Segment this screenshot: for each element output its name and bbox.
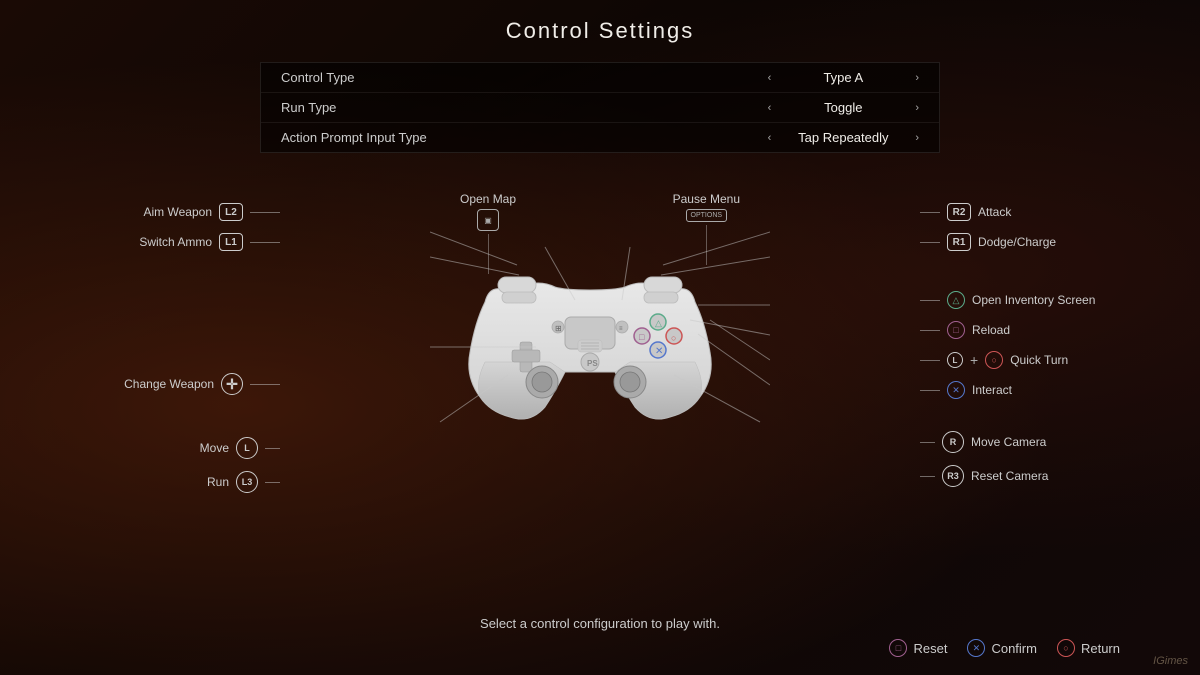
reload-label: Reload [972,323,1010,337]
r1-badge: R1 [947,233,971,251]
open-map-label-group: Open Map ▣ [460,192,516,274]
cross-icon: ✕ [947,381,965,399]
aim-weapon-row: Aim Weapon L2 [80,197,280,227]
pause-menu-label-group: Pause Menu OPTIONS [673,192,740,274]
reset-button[interactable]: □ Reset [889,639,947,657]
interact-label: Interact [972,383,1012,397]
circle-icon: ○ [985,351,1003,369]
attack-row: R2 Attack [920,197,1140,227]
left-controls: Aim Weapon L2 Switch Ammo L1 Change Weap… [80,167,280,487]
right-controls: R2 Attack R1 Dodge/Charge △ Open Invento… [920,167,1140,487]
confirm-cross-icon: ✕ [967,639,985,657]
svg-text:□: □ [639,332,645,342]
l2-badge: L2 [219,203,243,221]
svg-text:△: △ [655,318,662,328]
page-title: Control Settings [506,18,695,44]
return-label: Return [1081,641,1120,656]
setting-label-run-type: Run Type [281,100,768,115]
svg-text:○: ○ [671,333,676,343]
plus-symbol: + [970,352,978,368]
attack-label: Attack [978,205,1011,219]
r3-badge: R3 [942,465,964,487]
run-label: Run [207,475,229,489]
chevron-right-control-type[interactable]: › [915,72,919,84]
run-row: Run L3 [80,465,280,499]
quick-turn-row: L + ○ Quick Turn [920,345,1140,375]
reset-square-icon: □ [889,639,907,657]
setting-row-run-type[interactable]: Run Type ‹ Toggle › [261,93,939,123]
return-button[interactable]: ○ Return [1057,639,1120,657]
dodge-label: Dodge/Charge [978,235,1056,249]
pause-menu-label: Pause Menu [673,192,740,206]
aim-weapon-label: Aim Weapon [144,205,212,219]
setting-value-action-prompt: Tap Repeatedly [783,130,903,145]
move-camera-row: R Move Camera [920,425,1140,459]
move-camera-label: Move Camera [971,435,1046,449]
setting-label-action-prompt: Action Prompt Input Type [281,130,768,145]
change-weapon-label: Change Weapon [124,377,214,391]
reload-row: □ Reload [920,315,1140,345]
footer: Select a control configuration to play w… [60,616,1140,665]
triangle-icon: △ [947,291,965,309]
return-circle-icon: ○ [1057,639,1075,657]
setting-row-action-prompt[interactable]: Action Prompt Input Type ‹ Tap Repeatedl… [261,123,939,152]
controller-center: Open Map ▣ Pause Menu OPTIONS [430,192,770,462]
setting-label-control-type: Control Type [281,70,768,85]
l-small-badge: L [947,352,963,368]
switch-ammo-label: Switch Ammo [139,235,212,249]
setting-value-control-type: Type A [783,70,903,85]
top-button-labels: Open Map ▣ Pause Menu OPTIONS [430,192,770,274]
move-row: Move L [80,431,280,465]
svg-text:✕: ✕ [655,346,663,357]
square-icon: □ [947,321,965,339]
l3-badge: L3 [236,471,258,493]
l1-badge: L1 [219,233,243,251]
setting-value-run-type: Toggle [783,100,903,115]
chevron-left-action-prompt[interactable]: ‹ [768,132,772,144]
dodge-row: R1 Dodge/Charge [920,227,1140,257]
quick-turn-label: Quick Turn [1010,353,1068,367]
inventory-label: Open Inventory Screen [972,293,1095,307]
footer-buttons: □ Reset ✕ Confirm ○ Return [889,639,1140,657]
setting-row-control-type[interactable]: Control Type ‹ Type A › [261,63,939,93]
hint-text: Select a control configuration to play w… [480,616,720,631]
confirm-button[interactable]: ✕ Confirm [967,639,1037,657]
options-badge: OPTIONS [686,209,728,222]
reset-camera-row: R3 Reset Camera [920,459,1140,493]
svg-text:⊞: ⊞ [555,324,562,333]
move-label: Move [200,441,229,455]
r2-badge: R2 [947,203,971,221]
r-badge: R [942,431,964,453]
inventory-row: △ Open Inventory Screen [920,285,1140,315]
confirm-label: Confirm [991,641,1037,656]
dpad-badge: ✛ [221,373,243,395]
chevron-left-control-type[interactable]: ‹ [768,72,772,84]
svg-text:≡: ≡ [619,326,623,332]
chevron-right-action-prompt[interactable]: › [915,132,919,144]
touchpad-icon: ▣ [477,209,499,231]
chevron-right-run-type[interactable]: › [915,102,919,114]
switch-ammo-row: Switch Ammo L1 [80,227,280,257]
settings-panel: Control Type ‹ Type A › Run Type ‹ Toggl… [260,62,940,153]
interact-row: ✕ Interact [920,375,1140,405]
change-weapon-row: Change Weapon ✛ [80,367,280,401]
reset-camera-label: Reset Camera [971,469,1048,483]
reset-label: Reset [913,641,947,656]
controller-layout: Aim Weapon L2 Switch Ammo L1 Change Weap… [60,167,1140,487]
open-map-label: Open Map [460,192,516,206]
l-badge: L [236,437,258,459]
svg-text:PS: PS [587,359,598,368]
chevron-left-run-type[interactable]: ‹ [768,102,772,114]
